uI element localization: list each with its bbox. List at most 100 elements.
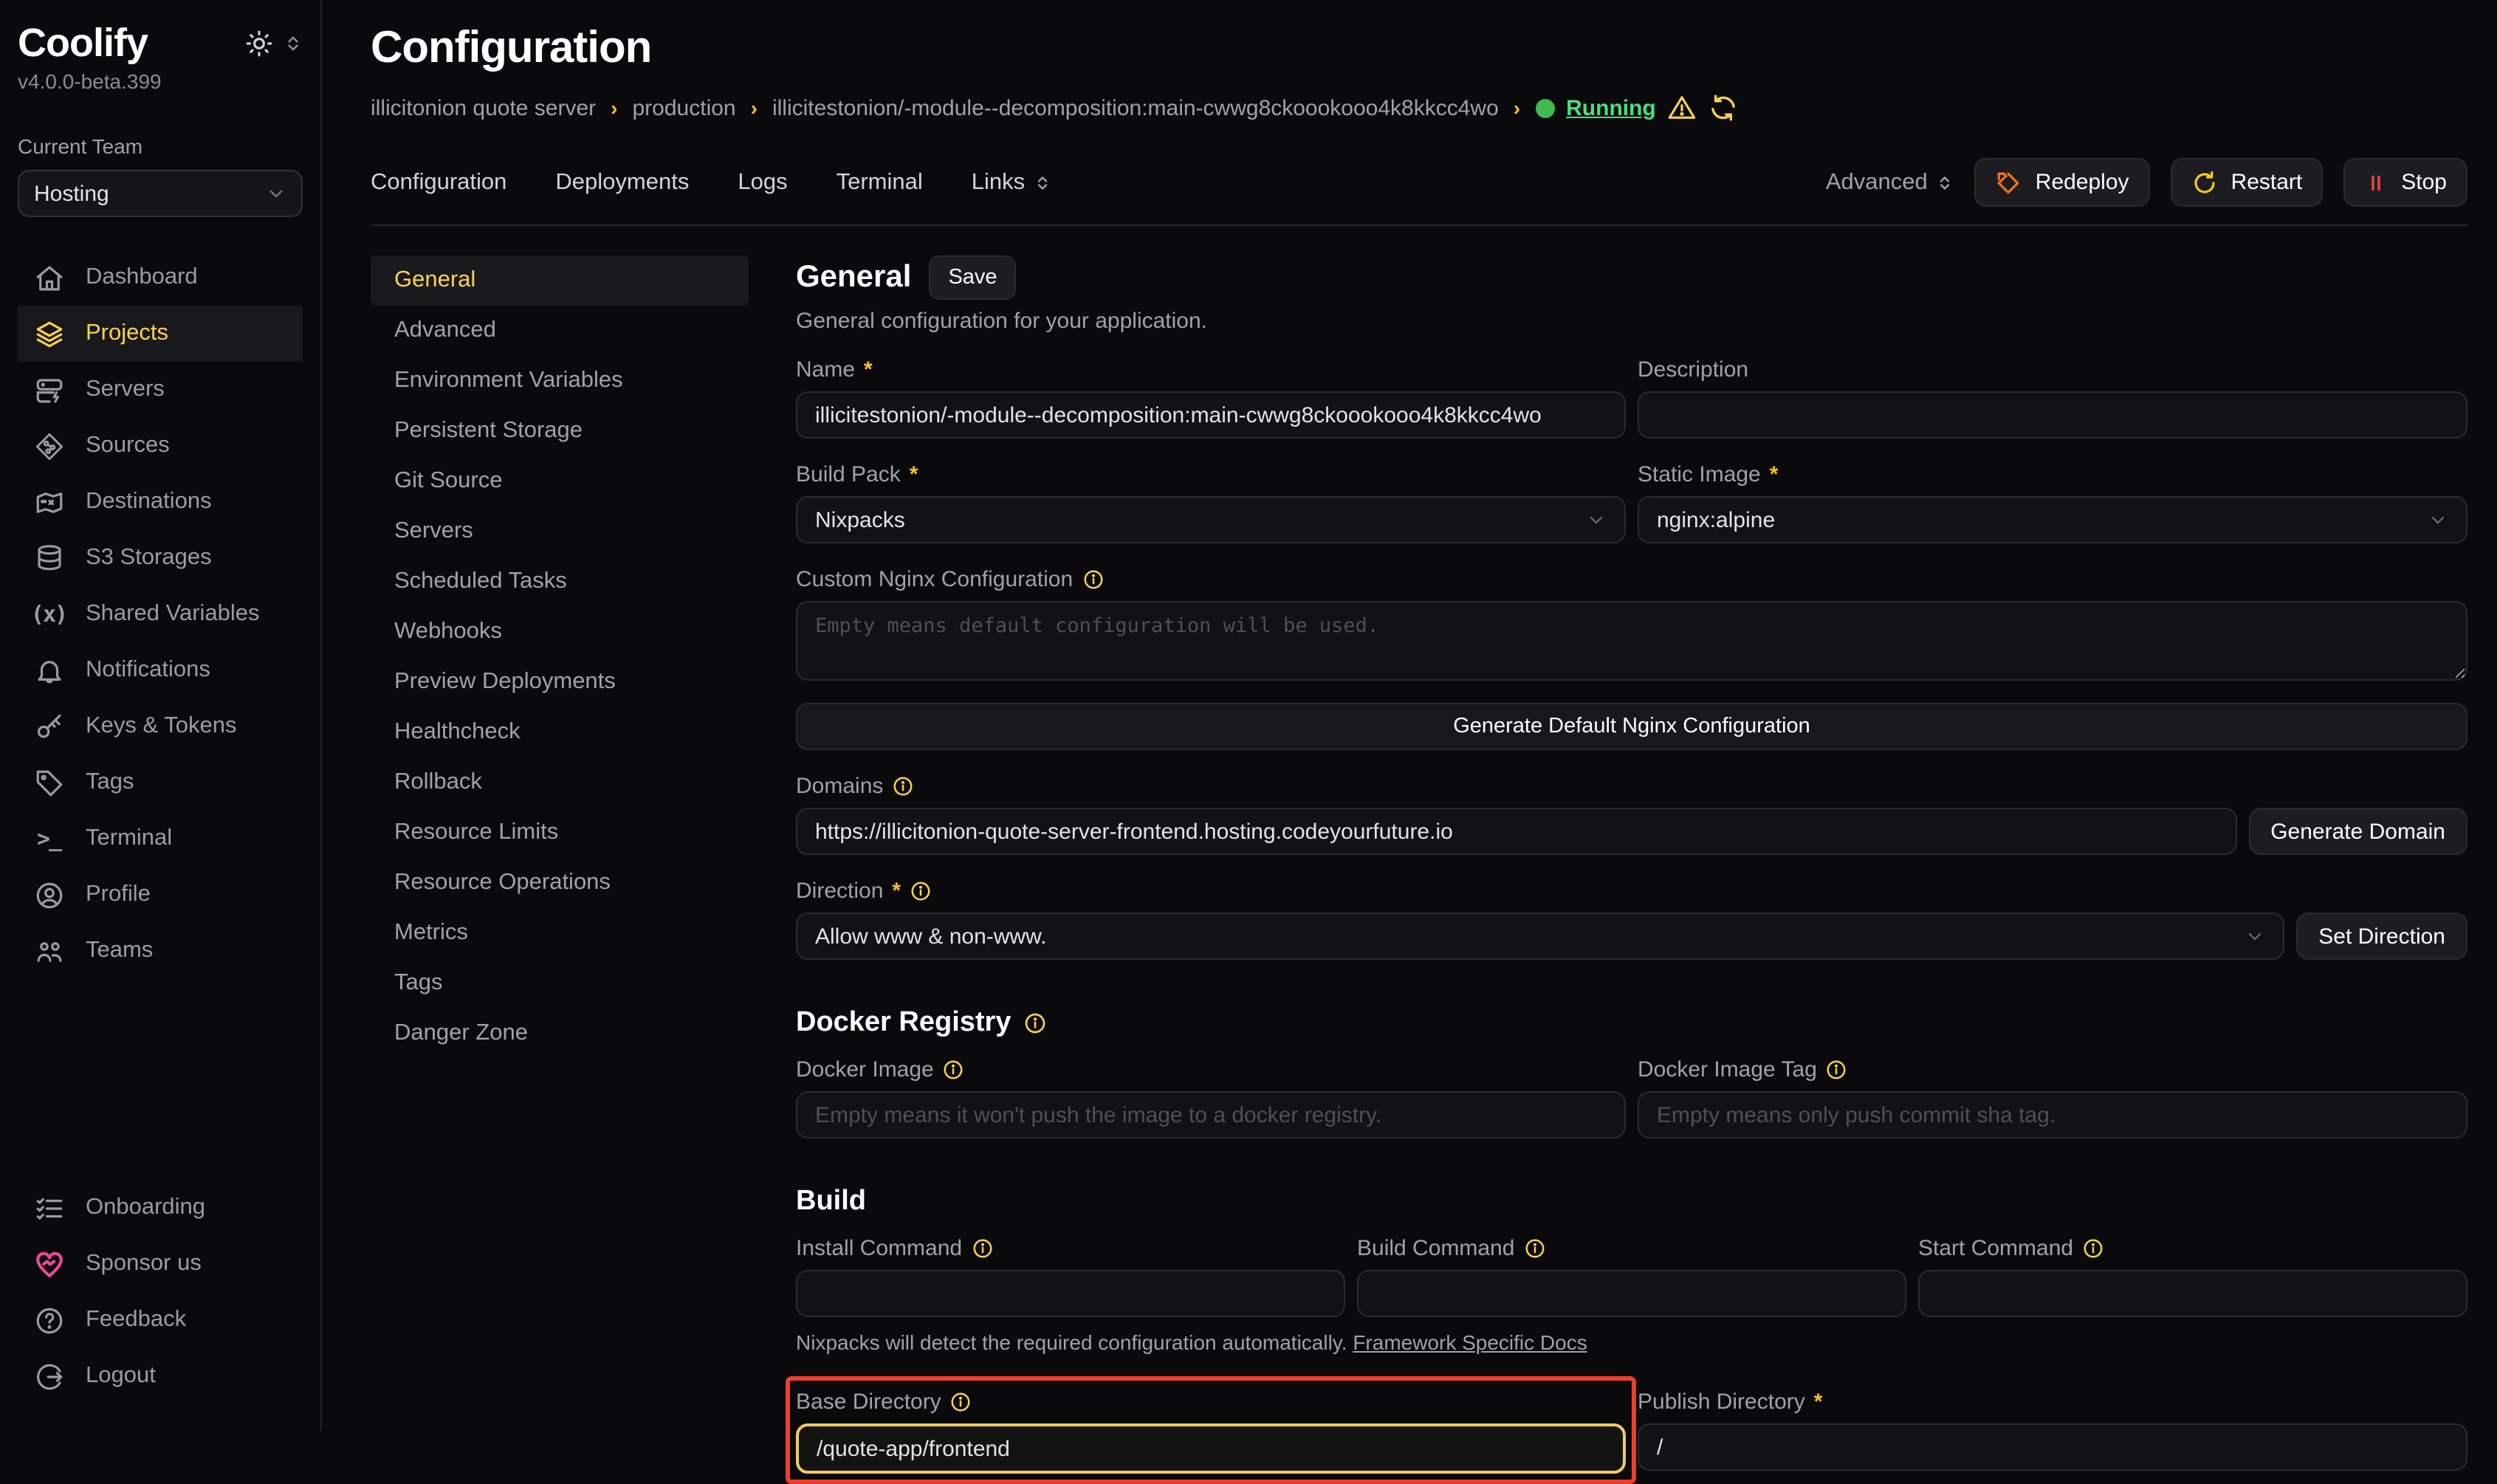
required-marker: * (892, 879, 901, 904)
team-select[interactable]: Hosting (18, 170, 303, 217)
sidebar-item-sources[interactable]: Sources (18, 418, 303, 474)
sun-icon[interactable] (245, 30, 273, 58)
framework-docs-link[interactable]: Framework Specific Docs (1353, 1330, 1587, 1354)
breadcrumb-application[interactable]: illicitestonion/-module--decomposition:m… (772, 95, 1499, 120)
brand-logo: Coolify (18, 21, 162, 66)
sidebar-item-shared-variables[interactable]: (x) Shared Variables (18, 586, 303, 642)
subnav-item-scheduled-tasks[interactable]: Scheduled Tasks (371, 557, 749, 607)
sidebar-item-logout[interactable]: Logout (18, 1348, 303, 1404)
sidebar-item-tags[interactable]: Tags (18, 755, 303, 811)
sidebar-item-label: Logout (86, 1363, 156, 1389)
sidebar-item-label: Onboarding (86, 1195, 205, 1221)
set-direction-button[interactable]: Set Direction (2296, 913, 2467, 960)
stop-icon (2364, 171, 2388, 194)
sidebar-item-profile[interactable]: Profile (18, 867, 303, 923)
install-command-input[interactable] (796, 1270, 1345, 1317)
redeploy-button[interactable]: Redeploy (1975, 158, 2150, 207)
subnav-item-danger-zone[interactable]: Danger Zone (371, 1009, 749, 1059)
build-pack-label: Build Pack (796, 462, 901, 487)
sidebar-item-feedback[interactable]: Feedback (18, 1292, 303, 1348)
sidebar-item-label: Projects (86, 320, 168, 347)
start-command-input[interactable] (1918, 1270, 2467, 1317)
status-badge[interactable]: Running (1566, 95, 1656, 120)
map-icon (32, 486, 65, 518)
direction-select[interactable]: Allow www & non-www. (796, 913, 2284, 960)
subnav-item-general[interactable]: General (371, 255, 749, 306)
sidebar-item-dashboard[interactable]: Dashboard (18, 250, 303, 306)
sidebar-item-onboarding[interactable]: Onboarding (18, 1180, 303, 1236)
updown-chevron-icon (1034, 174, 1051, 191)
tab-terminal[interactable]: Terminal (837, 169, 923, 196)
subnav-item-preview-deployments[interactable]: Preview Deployments (371, 657, 749, 707)
sidebar-item-keys-tokens[interactable]: Keys & Tokens (18, 698, 303, 755)
sidebar-item-terminal[interactable]: >_ Terminal (18, 811, 303, 867)
description-input[interactable] (1638, 391, 2467, 439)
subnav-item-git-source[interactable]: Git Source (371, 456, 749, 506)
sidebar-item-projects[interactable]: Projects (18, 306, 303, 362)
advanced-dropdown[interactable]: Advanced (1826, 169, 1954, 196)
restart-button[interactable]: Restart (2171, 158, 2323, 207)
breadcrumb-environment[interactable]: production (633, 95, 736, 120)
sidebar-item-s3-storages[interactable]: S3 Storages (18, 530, 303, 586)
subnav-item-tags[interactable]: Tags (371, 958, 749, 1009)
generate-nginx-button[interactable]: Generate Default Nginx Configuration (796, 703, 2467, 750)
refresh-icon[interactable] (1709, 93, 1739, 123)
settings-subnav: General Advanced Environment Variables P… (371, 255, 749, 1474)
subnav-item-rollback[interactable]: Rollback (371, 758, 749, 808)
base-directory-input[interactable] (796, 1423, 1626, 1474)
build-pack-select[interactable]: Nixpacks (796, 496, 1626, 543)
subnav-item-resource-operations[interactable]: Resource Operations (371, 858, 749, 908)
sidebar: Coolify v4.0.0-beta.399 Current Team Hos… (0, 0, 322, 1431)
current-team-label: Current Team (18, 134, 303, 158)
save-button[interactable]: Save (929, 255, 1016, 300)
domains-input[interactable] (796, 808, 2236, 855)
start-command-label: Start Command (1918, 1236, 2073, 1261)
info-icon (892, 775, 914, 797)
description-label: Description (1638, 357, 1748, 382)
install-command-label: Install Command (796, 1236, 962, 1261)
generate-domain-button[interactable]: Generate Domain (2248, 808, 2467, 855)
nixpacks-note-text: Nixpacks will detect the required config… (796, 1330, 1347, 1354)
nginx-config-textarea[interactable] (796, 601, 2467, 681)
sidebar-item-teams[interactable]: Teams (18, 923, 303, 979)
chevron-down-icon (2244, 926, 2265, 947)
sidebar-item-sponsor[interactable]: Sponsor us (18, 1236, 303, 1292)
base-directory-highlight: Base Directory (796, 1389, 1626, 1474)
subnav-item-environment-variables[interactable]: Environment Variables (371, 356, 749, 406)
section-subtitle: General configuration for your applicati… (796, 309, 2467, 334)
tab-links[interactable]: Links (972, 169, 1051, 196)
sidebar-item-destinations[interactable]: Destinations (18, 474, 303, 530)
logout-icon (32, 1360, 65, 1392)
sidebar-item-label: Teams (86, 938, 153, 964)
name-input[interactable] (796, 391, 1626, 439)
subnav-item-advanced[interactable]: Advanced (371, 306, 749, 356)
docker-image-label: Docker Image (796, 1057, 934, 1082)
sidebar-item-servers[interactable]: Servers (18, 362, 303, 418)
tab-configuration[interactable]: Configuration (371, 169, 506, 196)
subnav-item-servers[interactable]: Servers (371, 506, 749, 557)
user-icon (32, 879, 65, 911)
variable-icon: (x) (32, 598, 65, 631)
sidebar-item-notifications[interactable]: Notifications (18, 642, 303, 698)
theme-updown-icon[interactable] (284, 34, 303, 53)
breadcrumb-separator-icon: › (611, 96, 617, 120)
build-command-input[interactable] (1357, 1270, 1906, 1317)
direction-label: Direction (796, 879, 883, 904)
subnav-item-resource-limits[interactable]: Resource Limits (371, 808, 749, 858)
breadcrumb-project[interactable]: illicitonion quote server (371, 95, 596, 120)
subnav-item-persistent-storage[interactable]: Persistent Storage (371, 406, 749, 456)
docker-image-tag-label: Docker Image Tag (1638, 1057, 1817, 1082)
breadcrumb-separator-icon: › (751, 96, 758, 120)
stop-button[interactable]: Stop (2343, 158, 2467, 207)
help-icon (32, 1304, 65, 1336)
tab-deployments[interactable]: Deployments (555, 169, 689, 196)
subnav-item-healthcheck[interactable]: Healthcheck (371, 707, 749, 758)
subnav-item-webhooks[interactable]: Webhooks (371, 607, 749, 657)
tab-logs[interactable]: Logs (738, 169, 787, 196)
docker-image-input[interactable] (796, 1091, 1626, 1138)
info-icon (1523, 1237, 1545, 1260)
static-image-select[interactable]: nginx:alpine (1638, 496, 2467, 543)
stop-label: Stop (2401, 170, 2447, 195)
subnav-item-metrics[interactable]: Metrics (371, 908, 749, 958)
docker-image-tag-input[interactable] (1638, 1091, 2467, 1138)
